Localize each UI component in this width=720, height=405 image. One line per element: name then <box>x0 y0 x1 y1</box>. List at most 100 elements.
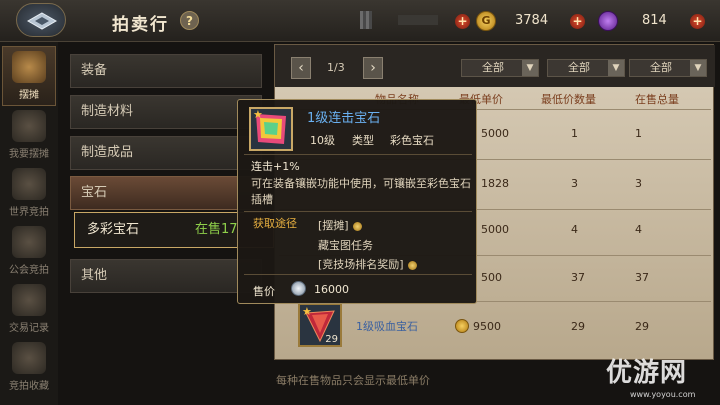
page-title: 拍卖行 <box>112 15 169 35</box>
add-gold-button[interactable]: + <box>570 14 585 29</box>
tooltip-type-label: 类型 <box>352 134 374 147</box>
left-nav: 摆摊 我要摆摊 世界竞拍 公会竞拍 交易记录 竞拍收藏 <box>0 42 58 405</box>
records-icon <box>12 284 46 316</box>
divider <box>244 211 472 212</box>
silver-coin-icon <box>291 281 306 296</box>
gold-coin-icon: G <box>476 11 496 31</box>
source-label: [摆摊] <box>318 219 349 232</box>
filter-value: 全部 <box>650 61 672 74</box>
prev-page-button[interactable]: ‹ <box>291 57 311 79</box>
top-bar: 拍卖行 ? + G 3784 + 814 + <box>0 0 720 42</box>
row-qty: 3 <box>571 177 578 190</box>
star-icon: ★ <box>253 108 263 121</box>
tooltip-item-icon: ★ <box>249 107 293 151</box>
tooltip-type-value: 彩色宝石 <box>390 134 434 147</box>
nav-world-auction[interactable]: 世界竞拍 <box>2 164 56 224</box>
tooltip-effect: 连击+1% <box>251 160 300 173</box>
source-label: 藏宝图任务 <box>318 239 373 252</box>
watermark-logo: 优游网 <box>606 358 688 388</box>
nav-my-stall[interactable]: 我要摆摊 <box>2 106 56 166</box>
row-qty: 29 <box>571 320 585 333</box>
filter-dropdown-3[interactable]: 全部 ▼ <box>629 59 707 77</box>
nav-label: 世界竞拍 <box>9 207 49 218</box>
row-total: 37 <box>635 271 649 284</box>
row-total: 29 <box>635 320 649 333</box>
row-price: 5000 <box>481 127 509 140</box>
row-price: 500 <box>481 271 502 284</box>
tooltip-item-level: 10级 <box>310 134 335 147</box>
nav-label: 交易记录 <box>9 323 49 334</box>
tooltip-item-name: 1级连击宝石 <box>307 111 381 126</box>
tooltip-sell-price: 16000 <box>314 283 349 296</box>
category-other[interactable]: 其他 <box>70 259 262 293</box>
back-button[interactable] <box>16 3 66 37</box>
nav-label: 摆摊 <box>19 90 39 101</box>
chevron-down-icon: ▼ <box>608 60 624 76</box>
gold-coin-icon <box>455 319 469 333</box>
nav-trade-records[interactable]: 交易记录 <box>2 280 56 340</box>
nav-auction-favorites[interactable]: 竞拍收藏 <box>2 338 56 398</box>
star-icon: ★ <box>302 305 312 318</box>
tooltip-source-stall[interactable]: [摆摊] <box>318 217 362 233</box>
nav-guild-auction[interactable]: 公会竞拍 <box>2 222 56 282</box>
gem-currency-icon <box>598 11 618 31</box>
gold-amount: 3784 <box>515 13 549 28</box>
chevron-down-icon: ▼ <box>522 60 538 76</box>
nav-label: 我要摆摊 <box>9 149 49 160</box>
category-equipment[interactable]: 装备 <box>70 54 262 88</box>
player-info-blur <box>398 15 438 25</box>
col-header-total: 在售总量 <box>635 93 679 106</box>
category-gems[interactable]: 宝石 <box>70 176 262 210</box>
row-qty: 1 <box>571 127 578 140</box>
link-coin-icon <box>352 221 362 231</box>
row-total: 3 <box>635 177 642 190</box>
nav-stall[interactable]: 摆摊 <box>2 46 56 106</box>
filter-value: 全部 <box>568 61 590 74</box>
subcategory-status: 在售17 <box>195 222 238 237</box>
table-note: 每种在售物品只会显示最低单价 <box>276 374 430 387</box>
category-materials[interactable]: 制造材料 <box>70 95 262 129</box>
row-price: 5000 <box>481 223 509 236</box>
add-gem-button[interactable]: + <box>690 14 705 29</box>
help-icon[interactable]: ? <box>180 11 199 30</box>
chevron-down-icon: ▼ <box>690 60 706 76</box>
add-currency-button[interactable]: + <box>455 14 470 29</box>
item-tooltip: ★ 1级连击宝石 10级 类型 彩色宝石 连击+1% 可在装备镶嵌功能中使用，可… <box>237 99 477 304</box>
guild-scales-icon <box>12 226 46 258</box>
page-indicator: 1/3 <box>327 61 345 74</box>
filter-dropdown-1[interactable]: 全部 ▼ <box>461 59 539 77</box>
item-name[interactable]: 1级吸血宝石 <box>356 318 418 334</box>
col-header-qty: 最低价数量 <box>541 93 596 106</box>
filter-dropdown-2[interactable]: 全部 ▼ <box>547 59 625 77</box>
tooltip-source-treasure[interactable]: 藏宝图任务 <box>318 237 373 253</box>
favorites-icon <box>12 342 46 374</box>
row-total: 4 <box>635 223 642 236</box>
nav-label: 公会竞拍 <box>9 265 49 276</box>
item-icon-lifesteal-gem[interactable]: ★ 29 <box>298 303 342 347</box>
divider <box>244 274 472 275</box>
category-crafted[interactable]: 制造成品 <box>70 136 262 170</box>
tooltip-sell-label: 售价 <box>253 285 275 298</box>
watermark-url: www.yoyou.com <box>630 390 696 399</box>
tooltip-source-arena[interactable]: [竞技场排名奖励] <box>318 256 417 272</box>
stall-cart-icon <box>12 51 46 83</box>
row-price: 1828 <box>481 177 509 190</box>
item-count: 29 <box>325 334 338 345</box>
tooltip-source-label: 获取途径 <box>253 217 297 230</box>
link-coin-icon <box>407 260 417 270</box>
row-total: 1 <box>635 127 642 140</box>
source-label: [竞技场排名奖励] <box>318 258 404 271</box>
back-arrow-icon <box>27 12 57 30</box>
next-page-button[interactable]: › <box>363 57 383 79</box>
row-qty: 37 <box>571 271 585 284</box>
table-toolbar: ‹ 1/3 › 全部 ▼ 全部 ▼ 全部 ▼ <box>275 45 715 87</box>
divider <box>244 154 472 155</box>
nav-label: 竞拍收藏 <box>9 381 49 392</box>
subcategory-label: 多彩宝石 <box>87 222 140 237</box>
player-name-blur <box>360 11 372 29</box>
filter-value: 全部 <box>482 61 504 74</box>
gem-amount: 814 <box>642 13 667 28</box>
row-price: 9500 <box>473 320 501 333</box>
row-qty: 4 <box>571 223 578 236</box>
scales-icon <box>12 168 46 200</box>
